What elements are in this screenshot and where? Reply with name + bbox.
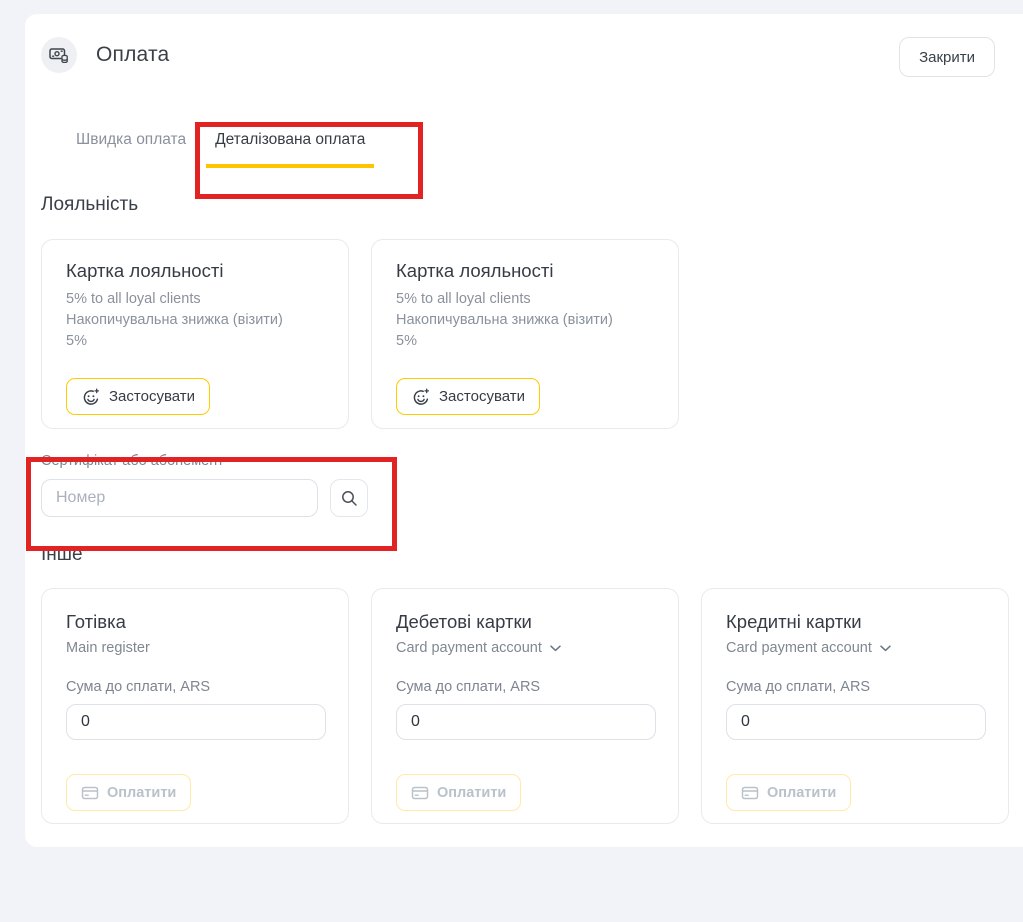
certificate-number-input[interactable] [41,479,318,517]
pay-button-label: Оплатити [437,785,506,801]
payment-header-icon-badge [41,37,77,73]
pay-button[interactable]: Оплатити [66,774,191,811]
payment-card-credit: Кредитні картки Card payment account Сум… [701,588,1009,824]
loyalty-line: 5% to all loyal clients [396,289,654,310]
smiley-add-icon [81,387,101,407]
search-icon [340,489,358,507]
close-button[interactable]: Закрити [899,37,995,77]
other-section-heading: Інше [41,544,1023,566]
payment-card-debit: Дебетові картки Card payment account Сум… [371,588,679,824]
payment-card-cash: Готівка Main register Сума до сплати, AR… [41,588,349,824]
pay-button[interactable]: Оплатити [726,774,851,811]
loyalty-line: 5% [66,331,324,352]
smiley-add-icon [411,387,431,407]
account-name: Card payment account [726,640,872,656]
amount-label: Сума до сплати, ARS [726,679,984,695]
loyalty-card: Картка лояльності 5% to all loyal client… [41,239,349,429]
apply-loyalty-button[interactable]: Застосувати [396,378,540,415]
apply-loyalty-label: Застосувати [439,388,525,405]
pay-button-label: Оплатити [107,785,176,801]
loyalty-section-heading: Лояльність [41,194,1023,216]
loyalty-cards-grid: Картка лояльності 5% to all loyal client… [41,239,1023,429]
certificate-search-button[interactable] [330,479,368,517]
credit-card-icon [81,784,99,802]
page-title: Оплата [96,43,169,67]
loyalty-card-description: 5% to all loyal clients Накопичувальна з… [66,289,324,352]
credit-card-icon [741,784,759,802]
amount-input[interactable] [726,704,986,740]
amount-label: Сума до сплати, ARS [396,679,654,695]
amount-label: Сума до сплати, ARS [66,679,324,695]
modal-header: Оплата [41,37,1023,73]
apply-loyalty-label: Застосувати [109,388,195,405]
loyalty-line: Накопичувальна знижка (візити) [66,310,324,331]
payment-modal: Оплата Закрити Швидка оплата Деталізован… [25,14,1023,847]
certificate-block: Сертифікат або абонемент [41,453,1023,517]
credit-card-icon [411,784,429,802]
money-icon [48,44,70,66]
payment-tabs: Швидка оплата Деталізована оплата [41,131,1023,168]
account-name: Main register [66,640,150,656]
pay-button[interactable]: Оплатити [396,774,521,811]
loyalty-card-title: Картка лояльності [396,260,654,282]
certificate-input-row [41,479,1023,517]
pay-button-label: Оплатити [767,785,836,801]
loyalty-line: 5% [396,331,654,352]
payment-modal-page: { "header": { "title": "Оплата", "icon":… [0,0,1023,922]
loyalty-line: 5% to all loyal clients [66,289,324,310]
payment-card-title: Кредитні картки [726,611,984,633]
payment-card-title: Готівка [66,611,324,633]
loyalty-card-title: Картка лояльності [66,260,324,282]
account-select[interactable]: Card payment account [396,640,654,656]
amount-input[interactable] [66,704,326,740]
loyalty-line: Накопичувальна знижка (візити) [396,310,654,331]
loyalty-card: Картка лояльності 5% to all loyal client… [371,239,679,429]
payment-card-title: Дебетові картки [396,611,654,633]
tab-quick-payment[interactable]: Швидка оплата [76,131,186,168]
payment-methods-grid: Готівка Main register Сума до сплати, AR… [41,588,1023,824]
certificate-label: Сертифікат або абонемент [41,453,1023,469]
account-name: Card payment account [396,640,542,656]
tab-detailed-payment[interactable]: Деталізована оплата [206,131,374,168]
apply-loyalty-button[interactable]: Застосувати [66,378,210,415]
account-select[interactable]: Card payment account [726,640,984,656]
chevron-down-icon [550,645,561,652]
loyalty-card-description: 5% to all loyal clients Накопичувальна з… [396,289,654,352]
chevron-down-icon [880,645,891,652]
account-line: Main register [66,640,324,656]
amount-input[interactable] [396,704,656,740]
